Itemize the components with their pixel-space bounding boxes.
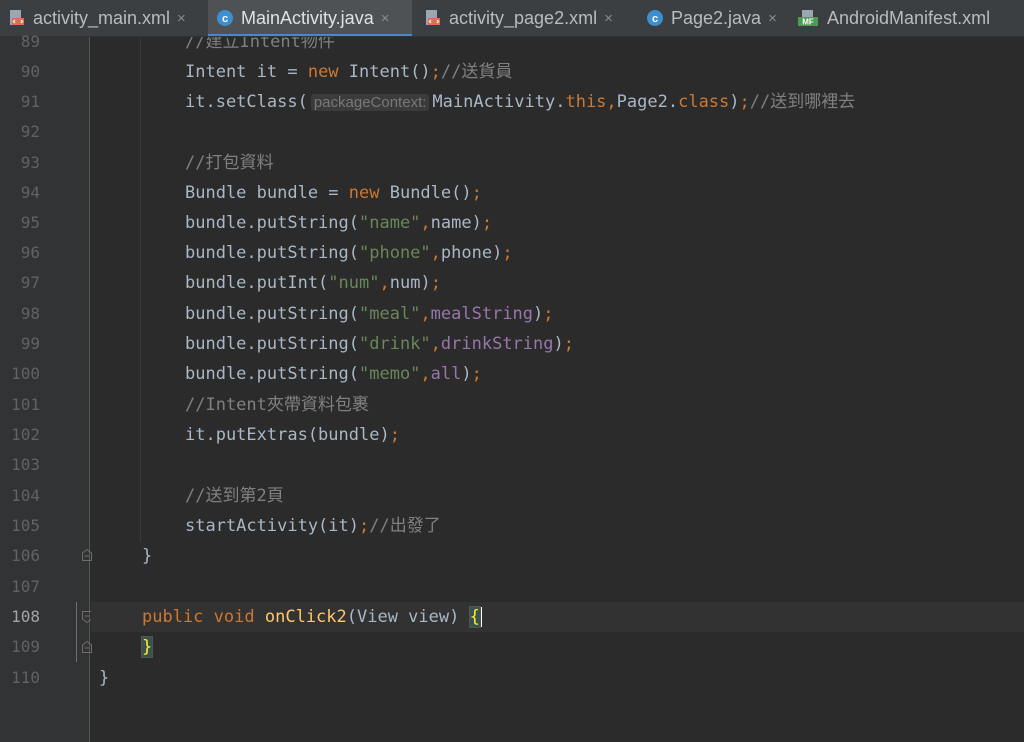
line-number: 110	[11, 668, 40, 687]
line-number: 90	[20, 62, 40, 81]
text-caret	[479, 607, 482, 627]
line-number: 103	[11, 455, 40, 474]
tab-label: activity_page2.xml	[449, 7, 598, 28]
line-number: 101	[11, 395, 40, 414]
svg-text:c: c	[652, 13, 658, 25]
line-number: 96	[20, 243, 40, 262]
line-number: 97	[20, 273, 40, 292]
close-icon[interactable]: ×	[768, 10, 777, 27]
code-line-98: bundle.putString("meal",mealString);	[185, 304, 554, 324]
code-line-105: startActivity(it);//出發了	[185, 516, 441, 536]
close-icon[interactable]: ×	[604, 10, 613, 27]
line-number: 109	[11, 637, 40, 656]
svg-text:MF: MF	[802, 18, 814, 27]
code-line-110: }	[99, 668, 110, 688]
code-line-99: bundle.putString("drink",drinkString);	[185, 334, 574, 354]
code-line-108: public void onClick2(View view) {	[142, 606, 482, 628]
matched-brace: }	[140, 636, 154, 658]
line-number: 100	[11, 364, 40, 383]
code-line-109: }	[140, 632, 154, 662]
code-line-100: bundle.putString("memo",all);	[185, 364, 482, 384]
tab-label: activity_main.xml	[33, 7, 171, 28]
line-number: 91	[20, 92, 40, 111]
line-number: 98	[20, 304, 40, 323]
code-line-102: it.putExtras(bundle);	[185, 425, 400, 445]
close-icon[interactable]: ×	[381, 10, 390, 27]
xml-layout-icon	[426, 10, 440, 25]
code-line-95: bundle.putString("name",name);	[185, 213, 493, 233]
line-number-current: 108	[11, 607, 40, 626]
code-line-96: bundle.putString("phone",phone);	[185, 243, 513, 263]
svg-text:c: c	[222, 13, 228, 25]
indent-guide	[140, 37, 141, 542]
tab-activity-page2-xml[interactable]: activity_page2.xml ×	[416, 0, 640, 36]
line-number: 94	[20, 183, 40, 202]
code-line-97: bundle.putInt("num",num);	[185, 273, 441, 293]
java-class-icon: c	[647, 10, 663, 26]
code-line-94: Bundle bundle = new Bundle();	[185, 183, 482, 203]
line-number: 99	[20, 334, 40, 353]
line-number: 105	[11, 516, 40, 535]
xml-layout-icon	[10, 10, 24, 25]
fold-region-marker	[76, 602, 77, 662]
tab-label: MainActivity.java	[241, 7, 374, 28]
line-number-gutter: 89 90 91 92 93 94 95 96 97 98 99 100 101…	[0, 32, 92, 742]
line-number: 107	[11, 577, 40, 596]
editor-tab-bar: activity_main.xml × c MainActivity.java …	[0, 0, 1024, 37]
tab-label: AndroidManifest.xml	[827, 7, 991, 28]
code-line-101: //Intent夾帶資料包裹	[185, 395, 369, 415]
line-number: 92	[20, 122, 40, 141]
code-line-91: it.setClass(packageContext: MainActivity.…	[185, 92, 856, 112]
line-number: 102	[11, 425, 40, 444]
line-number: 95	[20, 213, 40, 232]
code-line-93: //打包資料	[185, 153, 274, 173]
code-line-89: //建立Intent物件	[185, 37, 335, 52]
close-icon[interactable]: ×	[177, 10, 186, 27]
tab-androidmanifest-xml[interactable]: MF AndroidManifest.xml	[790, 0, 1024, 36]
code-line-90: Intent it = new Intent();//送貨員	[185, 62, 513, 82]
tab-mainactivity-java[interactable]: c MainActivity.java ×	[208, 0, 412, 36]
tab-label: Page2.java	[671, 7, 762, 28]
code-editor[interactable]: //建立Intent物件 Intent it = new Intent();//…	[91, 37, 1024, 742]
line-number: 104	[11, 486, 40, 505]
code-line-104: //送到第2頁	[185, 486, 284, 506]
code-line-106: }	[142, 546, 153, 566]
java-class-icon: c	[217, 10, 233, 26]
line-number: 106	[11, 546, 40, 565]
line-number: 89	[20, 32, 40, 51]
parameter-hint: packageContext:	[310, 94, 430, 111]
line-number: 93	[20, 153, 40, 172]
tab-page2-java[interactable]: c Page2.java ×	[638, 0, 796, 36]
matched-brace: {	[468, 606, 481, 628]
manifest-icon: MF	[798, 10, 818, 27]
